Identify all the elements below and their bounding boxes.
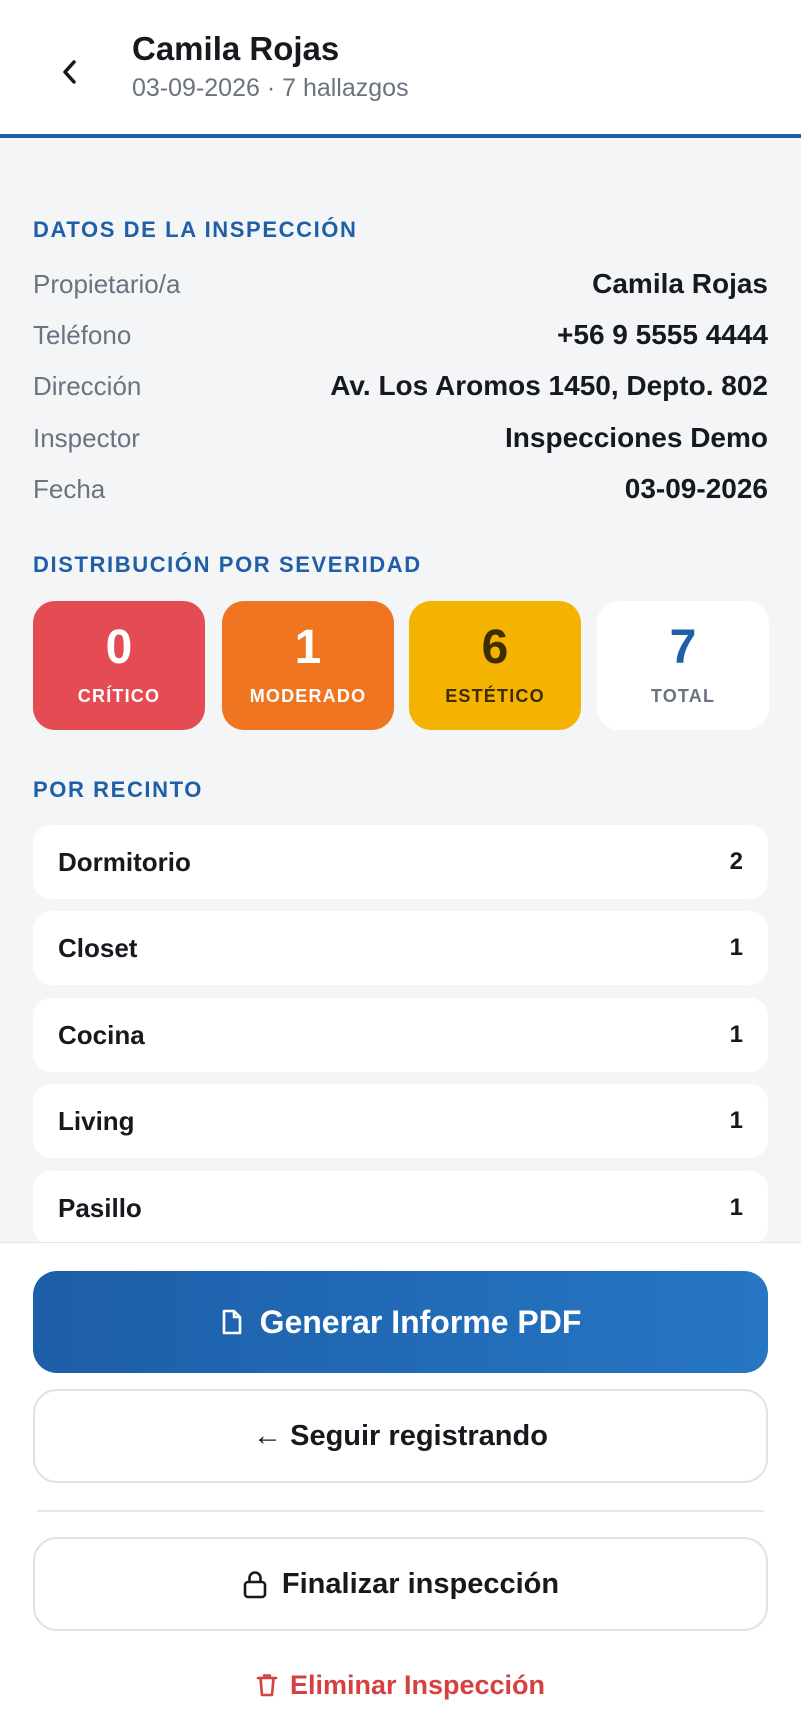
severity-label: ESTÉTICO <box>445 686 545 706</box>
detail-label: Propietario/a <box>33 268 181 299</box>
room-name: Cocina <box>58 1019 145 1050</box>
generate-pdf-button[interactable]: Generar Informe PDF <box>33 1271 768 1373</box>
finalize-inspection-label: Finalizar inspección <box>281 1567 560 1600</box>
room-count: 1 <box>729 1107 743 1134</box>
detail-label: Teléfono <box>33 319 132 350</box>
room-item-cocina[interactable]: Cocina 1 <box>33 998 768 1072</box>
room-count: 2 <box>729 848 743 875</box>
detail-row-address: Dirección Av. Los Aromos 1450, Depto. 80… <box>33 366 768 406</box>
detail-label: Dirección <box>33 370 142 401</box>
detail-row-inspector: Inspector Inspecciones Demo <box>33 418 768 458</box>
detail-label: Inspector <box>33 422 140 453</box>
severity-card-total: 7 TOTAL <box>597 601 769 730</box>
severity-label: MODERADO <box>249 686 367 706</box>
detail-value: Camila Rojas <box>592 268 768 299</box>
room-name: Pasillo <box>58 1192 142 1223</box>
room-count: 1 <box>729 934 743 961</box>
trash-icon <box>256 1673 278 1697</box>
back-button[interactable] <box>50 52 90 92</box>
section-label-rooms: POR RECINTO <box>33 777 203 802</box>
detail-label: Fecha <box>33 473 106 504</box>
lock-icon <box>242 1569 268 1599</box>
detail-row-phone: Teléfono +56 9 5555 4444 <box>33 315 768 355</box>
severity-count: 7 <box>669 621 697 674</box>
divider <box>37 1510 764 1512</box>
room-item-pasillo[interactable]: Pasillo 1 <box>33 1171 768 1245</box>
generate-pdf-label: Generar Informe PDF <box>259 1303 582 1340</box>
room-name: Dormitorio <box>58 846 191 877</box>
finalize-inspection-button[interactable]: Finalizar inspección <box>33 1537 768 1631</box>
continue-recording-label: ← Seguir registrando <box>253 1419 548 1452</box>
severity-count: 0 <box>105 621 133 674</box>
room-item-closet[interactable]: Closet 1 <box>33 911 768 985</box>
delete-inspection-button[interactable]: Eliminar Inspección <box>0 1663 801 1707</box>
detail-row-date: Fecha 03-09-2026 <box>33 469 768 509</box>
severity-card-aesthetic: 6 ESTÉTICO <box>409 601 581 730</box>
delete-inspection-label: Eliminar Inspección <box>289 1669 546 1700</box>
room-name: Closet <box>58 932 138 963</box>
document-icon <box>220 1308 244 1336</box>
section-label-details: DATOS DE LA INSPECCIÓN <box>33 217 358 242</box>
page-title: Camila Rojas <box>132 30 340 67</box>
page-subtitle: 03-09-2026 · 7 hallazgos <box>132 74 409 102</box>
section-label-severity: DISTRIBUCIÓN POR SEVERIDAD <box>33 552 422 577</box>
severity-label: CRÍTICO <box>77 686 161 706</box>
severity-card-critical: 0 CRÍTICO <box>33 601 205 730</box>
room-item-dormitorio[interactable]: Dormitorio 2 <box>33 825 768 899</box>
detail-value: +56 9 5555 4444 <box>557 319 768 350</box>
severity-card-moderate: 1 MODERADO <box>222 601 394 730</box>
detail-value: 03-09-2026 <box>624 473 768 504</box>
severity-label: TOTAL <box>650 686 716 706</box>
detail-value: Av. Los Aromos 1450, Depto. 802 <box>330 370 768 401</box>
severity-count: 6 <box>481 621 509 674</box>
top-bar: Camila Rojas 03-09-2026 · 7 hallazgos <box>0 0 801 138</box>
continue-recording-button[interactable]: ← Seguir registrando <box>33 1389 768 1483</box>
app-root: Camila Rojas 03-09-2026 · 7 hallazgos DA… <box>0 0 801 1734</box>
bottom-action-panel: Generar Informe PDF ← Seguir registrando… <box>0 1242 801 1734</box>
chevron-left-icon <box>60 58 80 86</box>
room-count: 1 <box>729 1194 743 1221</box>
severity-count: 1 <box>294 621 322 674</box>
room-item-living[interactable]: Living 1 <box>33 1084 768 1158</box>
room-count: 1 <box>729 1021 743 1048</box>
room-name: Living <box>58 1105 135 1136</box>
detail-row-owner: Propietario/a Camila Rojas <box>33 264 768 304</box>
detail-value: Inspecciones Demo <box>505 422 768 453</box>
